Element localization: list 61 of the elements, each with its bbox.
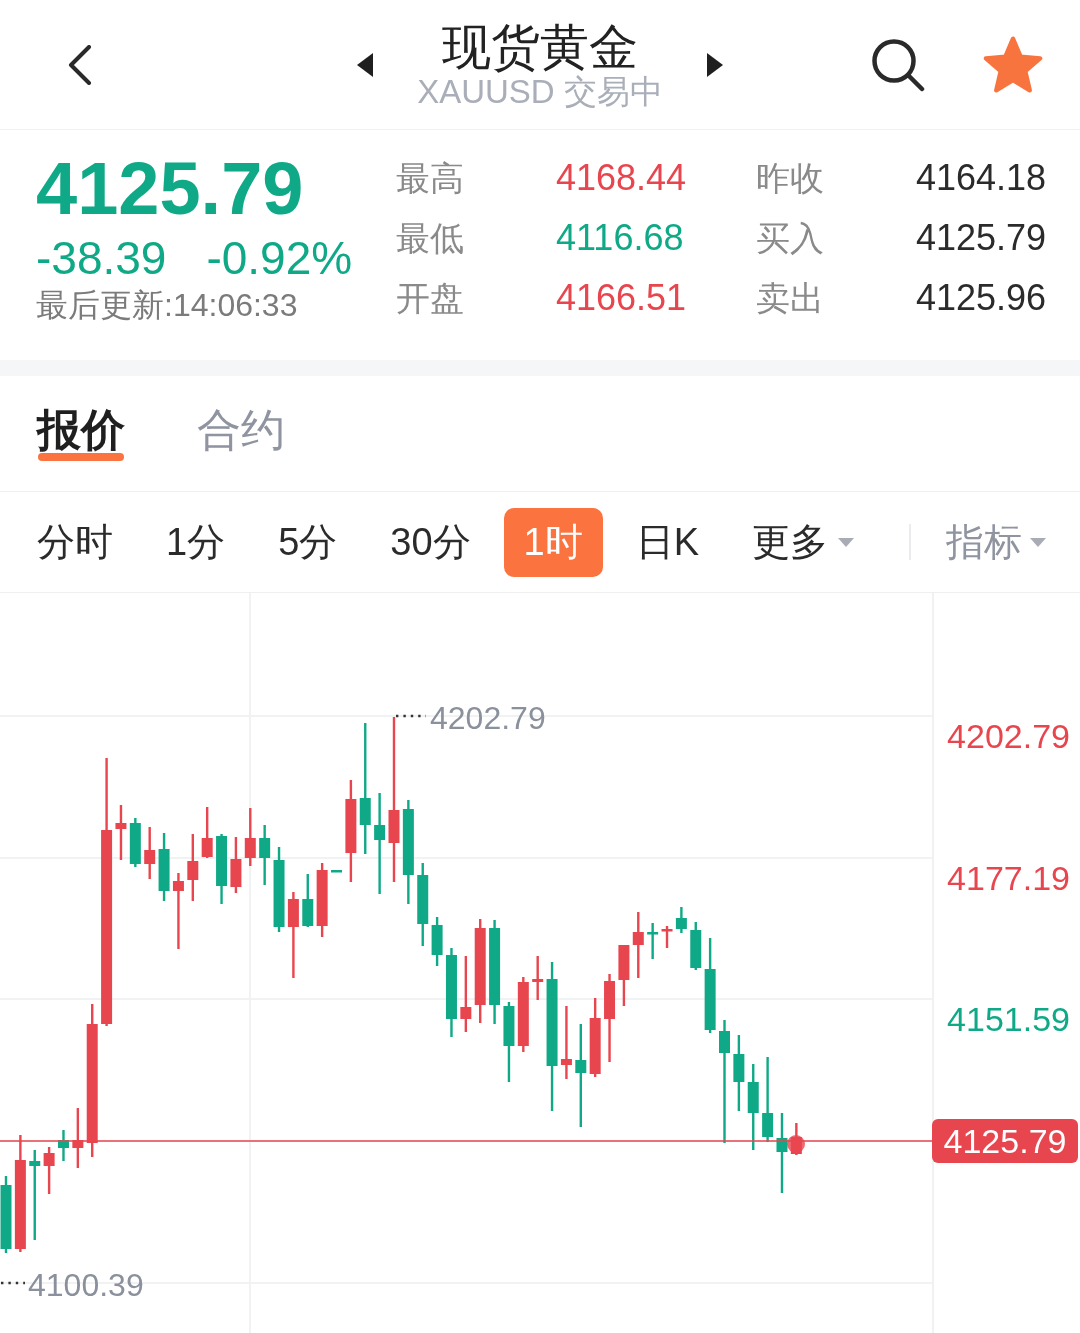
candlestick bbox=[72, 1108, 84, 1168]
candlestick bbox=[259, 825, 271, 885]
period-dropdown[interactable]: 更多 bbox=[732, 507, 875, 577]
candlestick bbox=[532, 956, 544, 1000]
candlestick bbox=[690, 922, 702, 970]
candlestick bbox=[618, 945, 630, 1006]
period-tab[interactable]: 日K bbox=[615, 507, 720, 577]
stat-value: 4168.44 bbox=[556, 156, 688, 200]
candlestick bbox=[129, 818, 141, 867]
candlestick bbox=[431, 917, 443, 966]
stat-label: 开盘 bbox=[396, 278, 465, 319]
price-change: -38.39 bbox=[36, 233, 167, 283]
stat-value: 4125.96 bbox=[916, 276, 1047, 320]
axis-label: 4151.59 bbox=[947, 999, 1070, 1039]
candlestick bbox=[187, 834, 199, 901]
stat-value: 4166.51 bbox=[556, 276, 688, 320]
period-tab[interactable]: 分时 bbox=[17, 507, 133, 577]
high-price-label: 4202.79 bbox=[430, 699, 546, 738]
period-tab[interactable]: 1分 bbox=[146, 507, 246, 577]
symbol-status: XAUUSD 交易中 bbox=[417, 73, 663, 110]
stat-label: 买入 bbox=[756, 218, 825, 259]
star-icon[interactable] bbox=[983, 36, 1043, 93]
percent-change: -0.92% bbox=[206, 233, 353, 283]
last-price: 4125.79 bbox=[36, 149, 305, 229]
candlestick bbox=[201, 807, 213, 858]
stat-value: 4125.79 bbox=[916, 216, 1047, 260]
page-title: 现货黄金 bbox=[442, 19, 638, 74]
stat-label: 最低 bbox=[396, 218, 465, 259]
candlestick bbox=[216, 834, 228, 904]
period-tab[interactable]: 5分 bbox=[258, 507, 358, 577]
candlestick bbox=[244, 808, 256, 866]
stat-value: 4164.18 bbox=[916, 156, 1047, 200]
leader-line bbox=[1, 1281, 25, 1285]
candlestick bbox=[115, 805, 127, 860]
stat-label: 卖出 bbox=[756, 278, 825, 319]
candlestick bbox=[302, 874, 314, 927]
previous-icon[interactable] bbox=[357, 52, 374, 77]
candlestick bbox=[230, 837, 242, 893]
axis-label: 4202.79 bbox=[947, 716, 1070, 756]
axis-label: 4177.19 bbox=[947, 858, 1070, 898]
back-icon[interactable] bbox=[68, 44, 92, 85]
pulse-dot-icon bbox=[787, 1135, 805, 1153]
candlestick bbox=[58, 1130, 69, 1161]
candlestick bbox=[144, 827, 156, 879]
stat-value: 4116.68 bbox=[556, 216, 685, 260]
candlestick bbox=[675, 907, 687, 933]
stat-label: 昨收 bbox=[756, 158, 825, 199]
price-tag: 4125.79 bbox=[932, 1119, 1078, 1163]
period-tab[interactable]: 30分 bbox=[370, 507, 491, 577]
candlestick bbox=[331, 870, 342, 873]
candlestick bbox=[647, 923, 659, 959]
candlestick bbox=[661, 926, 673, 948]
next-icon[interactable] bbox=[706, 52, 723, 77]
stat-label: 最高 bbox=[396, 158, 465, 199]
candlestick bbox=[158, 833, 170, 901]
search-icon[interactable] bbox=[871, 37, 925, 92]
update-time: 最后更新:14:06:33 bbox=[36, 286, 299, 325]
candlestick bbox=[43, 1147, 55, 1194]
candlestick bbox=[632, 912, 644, 978]
tab[interactable]: 报价 bbox=[37, 376, 125, 491]
low-price-label: 4100.39 bbox=[28, 1266, 144, 1305]
